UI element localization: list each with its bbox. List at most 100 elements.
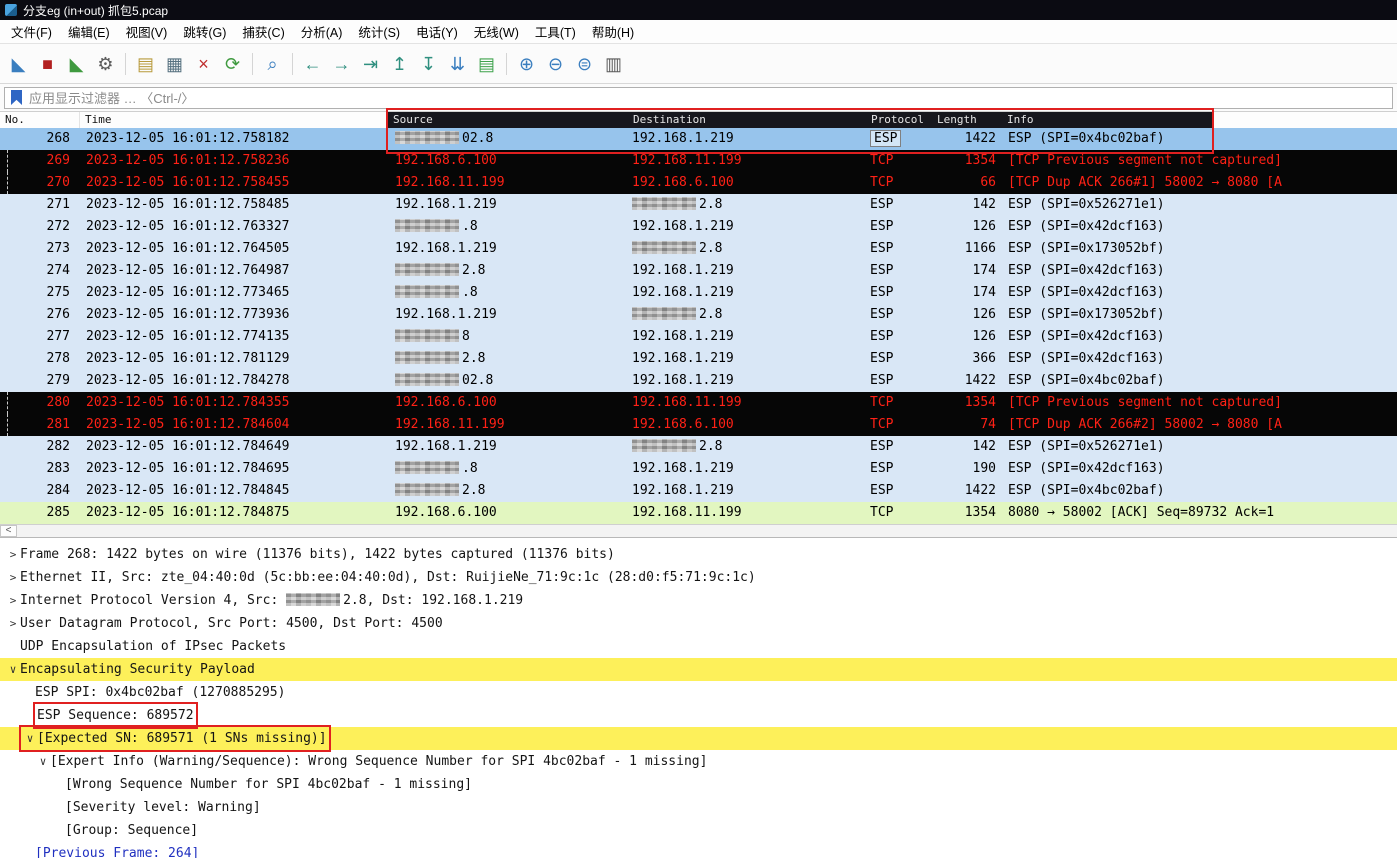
- menu-item[interactable]: 电话(Y): [408, 19, 466, 44]
- packet-source: 192.168.6.100: [388, 392, 628, 414]
- scrollbar-track[interactable]: [17, 525, 1397, 537]
- stop-capture-icon[interactable]: ■: [34, 50, 61, 77]
- goto-packet-icon[interactable]: ⇥: [357, 50, 384, 77]
- close-file-icon[interactable]: ×: [190, 50, 217, 77]
- detail-line[interactable]: ∨[Expected SN: 689571 (1 SNs missing)]: [0, 727, 1397, 750]
- menu-item[interactable]: 文件(F): [3, 19, 60, 44]
- column-header-time[interactable]: Time: [80, 112, 388, 128]
- packet-row-270[interactable]: 2702023-12-05 16:01:12.758455192.168.11.…: [0, 172, 1397, 194]
- packet-row-284[interactable]: 2842023-12-05 16:01:12.7848452.8192.168.…: [0, 480, 1397, 502]
- expand-icon[interactable]: >: [6, 566, 20, 589]
- detail-line[interactable]: >Frame 268: 1422 bytes on wire (11376 bi…: [0, 543, 1397, 566]
- first-packet-icon[interactable]: ↥: [386, 50, 413, 77]
- next-packet-icon[interactable]: →: [328, 50, 355, 77]
- detail-line[interactable]: [Wrong Sequence Number for SPI 4bc02baf …: [0, 773, 1397, 796]
- detail-line[interactable]: ∨[Expert Info (Warning/Sequence): Wrong …: [0, 750, 1397, 773]
- column-header-length[interactable]: Length: [932, 112, 1002, 128]
- find-packet-icon[interactable]: ⌕: [259, 50, 286, 77]
- collapse-icon[interactable]: ∨: [36, 750, 50, 773]
- menu-item[interactable]: 无线(W): [466, 19, 527, 44]
- menu-item[interactable]: 跳转(G): [175, 19, 234, 44]
- packet-row-285[interactable]: 2852023-12-05 16:01:12.784875192.168.6.1…: [0, 502, 1397, 524]
- packet-source: 192.168.6.100: [388, 150, 628, 172]
- detail-line[interactable]: UDP Encapsulation of IPsec Packets: [0, 635, 1397, 658]
- detail-line[interactable]: [Previous Frame: 264]: [0, 842, 1397, 858]
- packet-source: 02.8: [388, 128, 628, 150]
- packet-destination: 192.168.1.219: [628, 370, 866, 392]
- packet-info: ESP (SPI=0x42dcf163): [1002, 216, 1397, 238]
- packet-row-278[interactable]: 2782023-12-05 16:01:12.7811292.8192.168.…: [0, 348, 1397, 370]
- packet-row-272[interactable]: 2722023-12-05 16:01:12.763327.8192.168.1…: [0, 216, 1397, 238]
- capture-options-icon[interactable]: ⚙: [92, 50, 119, 77]
- detail-line[interactable]: [Severity level: Warning]: [0, 796, 1397, 819]
- menu-item[interactable]: 分析(A): [293, 19, 351, 44]
- restart-capture-icon[interactable]: ◣: [63, 50, 90, 77]
- expand-icon[interactable]: >: [6, 589, 20, 612]
- packet-row-274[interactable]: 2742023-12-05 16:01:12.7649872.8192.168.…: [0, 260, 1397, 282]
- packet-source: 192.168.1.219: [388, 194, 628, 216]
- scroll-left-button[interactable]: <: [0, 525, 17, 537]
- column-header-info[interactable]: Info: [1002, 112, 1397, 128]
- menu-item[interactable]: 统计(S): [350, 19, 408, 44]
- packet-protocol: TCP: [866, 502, 932, 524]
- start-capture-icon[interactable]: ◣: [5, 50, 32, 77]
- packet-time: 2023-12-05 16:01:12.758485: [80, 194, 388, 216]
- detail-line[interactable]: >Internet Protocol Version 4, Src: 2.8, …: [0, 589, 1397, 612]
- menu-item[interactable]: 视图(V): [118, 19, 176, 44]
- auto-scroll-icon[interactable]: ⇊: [444, 50, 471, 77]
- zoom-in-icon[interactable]: ⊕: [513, 50, 540, 77]
- packet-row-268[interactable]: 2682023-12-05 16:01:12.75818202.8192.168…: [0, 128, 1397, 150]
- packet-row-283[interactable]: 2832023-12-05 16:01:12.784695.8192.168.1…: [0, 458, 1397, 480]
- toolbar-separator: [125, 53, 126, 75]
- packet-row-281[interactable]: 2812023-12-05 16:01:12.784604192.168.11.…: [0, 414, 1397, 436]
- packet-length: 174: [932, 282, 1002, 304]
- column-header-no[interactable]: No.: [0, 112, 80, 128]
- detail-text: UDP Encapsulation of IPsec Packets: [20, 635, 286, 658]
- packet-row-276[interactable]: 2762023-12-05 16:01:12.773936192.168.1.2…: [0, 304, 1397, 326]
- packet-info: ESP (SPI=0x4bc02baf): [1002, 480, 1397, 502]
- collapse-icon[interactable]: ∨: [23, 727, 37, 750]
- display-filter-input[interactable]: 应用显示过滤器 … 〈Ctrl-/〉: [4, 87, 1393, 109]
- expand-icon[interactable]: >: [6, 543, 20, 566]
- open-file-icon[interactable]: ▤: [132, 50, 159, 77]
- detail-line[interactable]: >User Datagram Protocol, Src Port: 4500,…: [0, 612, 1397, 635]
- collapse-icon[interactable]: ∨: [6, 658, 20, 681]
- packet-row-269[interactable]: 2692023-12-05 16:01:12.758236192.168.6.1…: [0, 150, 1397, 172]
- packet-row-273[interactable]: 2732023-12-05 16:01:12.764505192.168.1.2…: [0, 238, 1397, 260]
- resize-columns-icon[interactable]: ▥: [600, 50, 627, 77]
- previous-packet-icon[interactable]: ←: [299, 50, 326, 77]
- reload-icon[interactable]: ⟳: [219, 50, 246, 77]
- last-packet-icon[interactable]: ↧: [415, 50, 442, 77]
- detail-line[interactable]: ESP SPI: 0x4bc02baf (1270885295): [0, 681, 1397, 704]
- packet-row-275[interactable]: 2752023-12-05 16:01:12.773465.8192.168.1…: [0, 282, 1397, 304]
- detail-line[interactable]: ∨Encapsulating Security Payload: [0, 658, 1397, 681]
- packet-length: 66: [932, 172, 1002, 194]
- menu-item[interactable]: 帮助(H): [584, 19, 642, 44]
- packet-row-280[interactable]: 2802023-12-05 16:01:12.784355192.168.6.1…: [0, 392, 1397, 414]
- detail-line[interactable]: [Group: Sequence]: [0, 819, 1397, 842]
- packet-row-277[interactable]: 2772023-12-05 16:01:12.7741358192.168.1.…: [0, 326, 1397, 348]
- detail-text: ESP SPI: 0x4bc02baf (1270885295): [35, 681, 285, 704]
- colorize-icon[interactable]: ▤: [473, 50, 500, 77]
- column-header-source[interactable]: Source: [388, 112, 628, 128]
- redacted-ip: [632, 439, 696, 452]
- redacted-ip: [395, 219, 459, 232]
- detail-line[interactable]: >Ethernet II, Src: zte_04:40:0d (5c:bb:e…: [0, 566, 1397, 589]
- packet-row-279[interactable]: 2792023-12-05 16:01:12.78427802.8192.168…: [0, 370, 1397, 392]
- zoom-out-icon[interactable]: ⊖: [542, 50, 569, 77]
- column-header-protocol[interactable]: Protocol: [866, 112, 932, 128]
- packet-row-271[interactable]: 2712023-12-05 16:01:12.758485192.168.1.2…: [0, 194, 1397, 216]
- zoom-reset-icon[interactable]: ⊜: [571, 50, 598, 77]
- detail-line[interactable]: ESP Sequence: 689572: [0, 704, 1397, 727]
- save-file-icon[interactable]: ▦: [161, 50, 188, 77]
- packet-row-282[interactable]: 2822023-12-05 16:01:12.784649192.168.1.2…: [0, 436, 1397, 458]
- filter-bookmark-icon[interactable]: [11, 90, 22, 105]
- expand-icon[interactable]: >: [6, 612, 20, 635]
- menu-item[interactable]: 捕获(C): [234, 19, 292, 44]
- redacted-ip: [395, 285, 459, 298]
- menu-item[interactable]: 工具(T): [527, 19, 584, 44]
- menu-item[interactable]: 编辑(E): [60, 19, 118, 44]
- horizontal-scrollbar[interactable]: <: [0, 524, 1397, 538]
- column-header-destination[interactable]: Destination: [628, 112, 866, 128]
- packet-info: [TCP Dup ACK 266#1] 58002 → 8080 [A: [1002, 172, 1397, 194]
